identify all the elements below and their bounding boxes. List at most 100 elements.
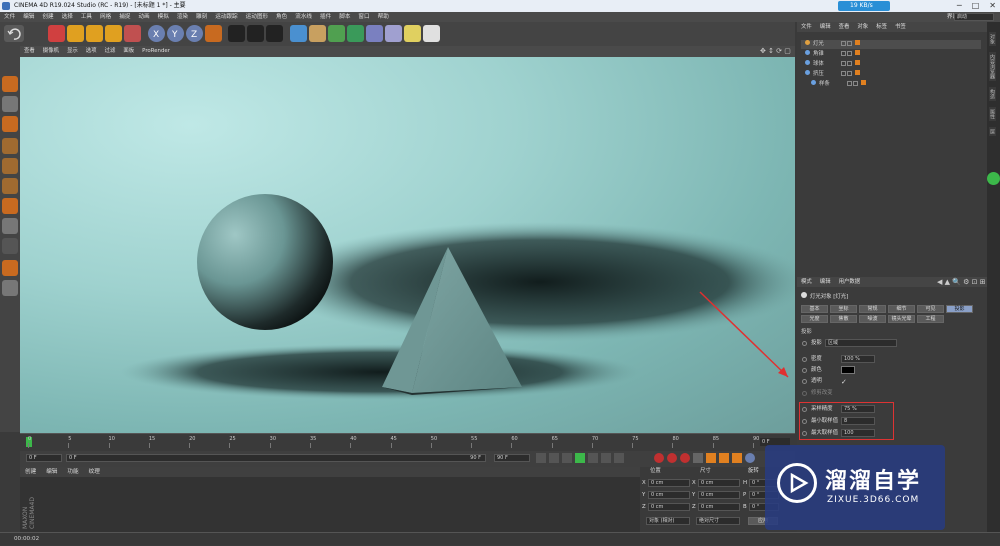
menu-item[interactable]: 编辑 bbox=[19, 12, 38, 22]
attr-page-button[interactable]: 焦散 bbox=[830, 315, 857, 323]
light-icon[interactable] bbox=[423, 25, 440, 42]
maximize-icon[interactable]: □ bbox=[972, 0, 980, 12]
render-toggle[interactable] bbox=[847, 61, 852, 66]
render-settings-button[interactable] bbox=[266, 25, 283, 42]
viewport-menu-item[interactable]: 选项 bbox=[82, 46, 101, 57]
menu-item[interactable]: 插件 bbox=[316, 12, 335, 22]
visibility-toggle[interactable] bbox=[841, 51, 846, 56]
menu-item[interactable]: 捕捉 bbox=[115, 12, 134, 22]
tag-icon[interactable] bbox=[855, 50, 860, 55]
snap-icon[interactable] bbox=[2, 218, 18, 234]
render-toggle[interactable] bbox=[847, 41, 852, 46]
attr-nav-icons[interactable]: ◀ ▲ 🔍 ⚙ ⊡ ⊞ bbox=[937, 278, 986, 286]
shadow-anim-dot[interactable] bbox=[802, 341, 807, 346]
menu-item[interactable]: 创建 bbox=[38, 12, 57, 22]
coord-pos-field[interactable]: 0 cm bbox=[648, 491, 690, 499]
density-anim-dot[interactable] bbox=[802, 357, 807, 362]
material-tab[interactable]: 创建 bbox=[20, 467, 41, 477]
y-axis-button[interactable]: Y bbox=[167, 25, 184, 42]
density-field[interactable]: 100 % bbox=[841, 355, 875, 363]
side-badge-icon[interactable] bbox=[987, 172, 1000, 185]
viewport-menu-item[interactable]: 显示 bbox=[63, 46, 82, 57]
shadow-color-swatch[interactable] bbox=[841, 366, 855, 374]
menu-item[interactable]: 工具 bbox=[77, 12, 96, 22]
cube-icon[interactable] bbox=[290, 25, 307, 42]
right-edge-tab[interactable]: 对象 bbox=[989, 32, 996, 46]
attr-tab[interactable]: 用户数据 bbox=[835, 277, 865, 287]
menu-item[interactable]: 流水线 bbox=[291, 12, 316, 22]
coord-pos-field[interactable]: 0 cm bbox=[648, 503, 690, 511]
menu-item[interactable]: 角色 bbox=[272, 12, 291, 22]
menu-item[interactable]: 渲染 bbox=[173, 12, 192, 22]
grid-icon[interactable] bbox=[2, 280, 18, 296]
next-key-icon[interactable] bbox=[601, 453, 611, 463]
object-row[interactable]: 挤压 bbox=[801, 70, 981, 79]
viewport-menu-item[interactable]: 摄像机 bbox=[39, 46, 63, 57]
menu-item[interactable]: 网格 bbox=[96, 12, 115, 22]
pen-icon[interactable] bbox=[309, 25, 326, 42]
3d-viewport[interactable] bbox=[20, 57, 795, 433]
coords-size-mode-select[interactable]: 绝对尺寸 bbox=[696, 517, 740, 525]
coord-size-field[interactable]: 0 cm bbox=[698, 503, 740, 511]
checker-icon[interactable] bbox=[2, 96, 18, 112]
coords-mode-select[interactable]: 对象 (相对) bbox=[646, 517, 690, 525]
attr-page-button[interactable]: 坐标 bbox=[830, 305, 857, 313]
menu-item[interactable]: 脚本 bbox=[335, 12, 354, 22]
record-icon[interactable] bbox=[654, 453, 664, 463]
color-anim-dot[interactable] bbox=[802, 368, 807, 373]
timeline-ruler[interactable]: 0 5 10 15 20 25 30 35 40 45 50 55 60 65 70 75 80 85 90 0 F bbox=[20, 433, 795, 451]
object-row[interactable]: 球体 bbox=[801, 60, 981, 69]
render-toggle[interactable] bbox=[853, 81, 858, 86]
next-frame-icon[interactable] bbox=[588, 453, 598, 463]
x-axis-button[interactable]: X bbox=[148, 25, 165, 42]
attr-page-button[interactable]: 镜头光晕 bbox=[888, 315, 915, 323]
material-tab[interactable]: 功能 bbox=[62, 467, 83, 477]
coordinate-system-button[interactable] bbox=[205, 25, 222, 42]
play-icon[interactable] bbox=[575, 453, 585, 463]
right-edge-tab[interactable]: 内容浏览器 bbox=[989, 52, 996, 81]
tag-icon[interactable] bbox=[855, 60, 860, 65]
floor-icon[interactable] bbox=[385, 25, 402, 42]
attr-page-button[interactable]: 基本 bbox=[801, 305, 828, 313]
make-editable-icon[interactable] bbox=[2, 76, 18, 92]
render-picture-viewer-button[interactable] bbox=[247, 25, 264, 42]
scale-key-icon[interactable] bbox=[719, 453, 729, 463]
attr-page-button[interactable]: 工程 bbox=[917, 315, 944, 323]
object-row[interactable]: 灯光 bbox=[801, 40, 981, 49]
visibility-toggle[interactable] bbox=[847, 81, 852, 86]
deformer-icon[interactable] bbox=[366, 25, 383, 42]
viewport-nav-icons[interactable]: ✥ ↕ ⟳ ▢ bbox=[760, 47, 791, 55]
tag-icon[interactable] bbox=[855, 70, 860, 75]
position-key-icon[interactable] bbox=[706, 453, 716, 463]
soft-selection-icon[interactable] bbox=[2, 238, 18, 254]
menu-item[interactable]: 动画 bbox=[134, 12, 153, 22]
goto-start-icon[interactable] bbox=[536, 453, 546, 463]
attr-page-button[interactable]: 细节 bbox=[888, 305, 915, 313]
viewport-menu-item[interactable]: 过滤 bbox=[101, 46, 120, 57]
coord-size-field[interactable]: 0 cm bbox=[698, 479, 740, 487]
attr-page-button[interactable]: 噪波 bbox=[859, 315, 886, 323]
material-tab[interactable]: 编辑 bbox=[41, 467, 62, 477]
object-manager-tab[interactable]: 文件 bbox=[797, 22, 816, 32]
prev-key-icon[interactable] bbox=[549, 453, 559, 463]
undo-button[interactable] bbox=[4, 25, 24, 42]
camera-icon[interactable] bbox=[404, 25, 421, 42]
menu-item[interactable]: 模拟 bbox=[154, 12, 173, 22]
recent-tools-button[interactable] bbox=[124, 25, 141, 42]
render-toggle[interactable] bbox=[847, 71, 852, 76]
right-edge-tab[interactable]: 层 bbox=[989, 127, 996, 136]
object-manager-tab[interactable]: 书签 bbox=[891, 22, 910, 32]
visibility-toggle[interactable] bbox=[841, 41, 846, 46]
object-row[interactable]: 角锥 bbox=[801, 50, 981, 59]
edges-mode-icon[interactable] bbox=[2, 158, 18, 174]
live-select-button[interactable] bbox=[48, 25, 65, 42]
coord-pos-field[interactable]: 0 cm bbox=[648, 479, 690, 487]
key-options-icon[interactable] bbox=[693, 453, 703, 463]
menu-item[interactable]: 文件 bbox=[0, 12, 19, 22]
right-edge-tab[interactable]: 属性 bbox=[989, 107, 996, 121]
visibility-toggle[interactable] bbox=[841, 71, 846, 76]
visibility-toggle[interactable] bbox=[841, 61, 846, 66]
array-icon[interactable] bbox=[347, 25, 364, 42]
polygons-mode-icon[interactable] bbox=[2, 178, 18, 194]
shadow-type-select[interactable]: 区域 bbox=[825, 339, 897, 347]
